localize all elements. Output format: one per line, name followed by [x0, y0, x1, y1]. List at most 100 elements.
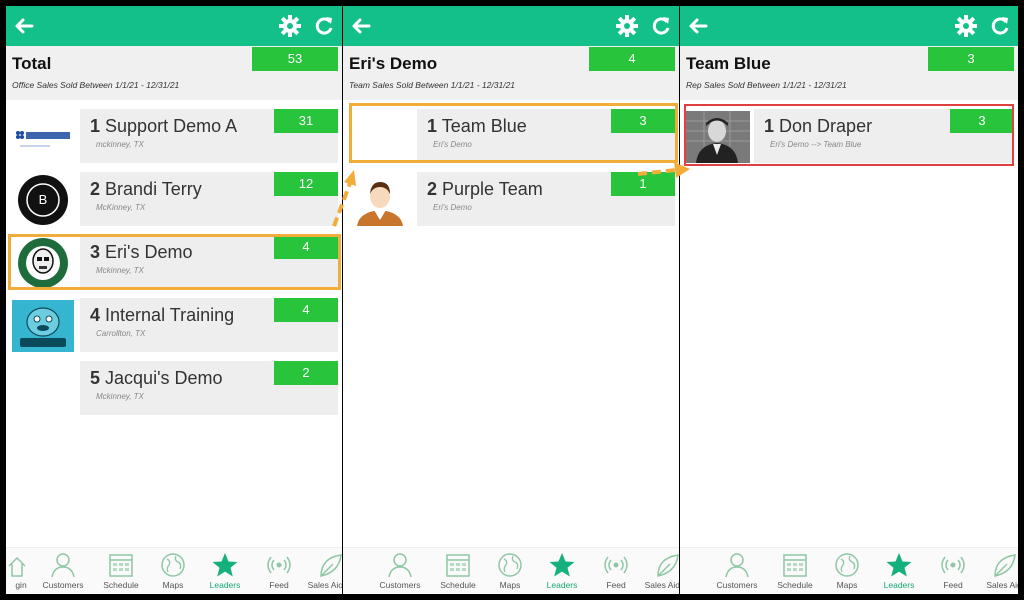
leaderboard-row[interactable]: 1 Support Demo A mckinney, TX 31	[6, 109, 342, 165]
tab-label: Customers	[716, 580, 758, 590]
tab-schedule[interactable]: Schedule	[768, 548, 822, 594]
top-bar	[6, 6, 342, 46]
rank-number: 5	[90, 368, 101, 388]
globe-icon	[159, 552, 187, 578]
arrow-icon	[637, 162, 690, 178]
row-card[interactable]: 5 Jacqui's Demo Mckinney, TX 2	[80, 361, 338, 415]
sales-count-badge: 12	[274, 172, 338, 196]
rank-and-name: 4 Internal Training	[90, 305, 234, 326]
leaf-icon	[991, 552, 1018, 578]
entry-name: Internal Training	[105, 305, 235, 325]
globe-icon	[496, 552, 524, 578]
tab-sales-aid[interactable]: Sales Aidgin	[641, 548, 679, 594]
calendar-icon	[444, 552, 472, 578]
tab-label: Customers	[379, 580, 421, 590]
globe-icon	[833, 552, 861, 578]
tab-schedule[interactable]: Schedule	[431, 548, 485, 594]
tab-customers[interactable]: Customers	[373, 548, 427, 594]
tab-feed[interactable]: Feed	[252, 548, 306, 594]
total-count-badge: 3	[928, 47, 1014, 71]
star-icon	[211, 552, 239, 578]
star-icon	[885, 552, 913, 578]
person-icon	[386, 552, 414, 578]
leaderboard-panel-2: Eri's Demo Team Sales Sold Between 1/1/21…	[343, 6, 679, 594]
refresh-icon[interactable]	[649, 14, 673, 38]
tab-feed[interactable]: Feed	[926, 548, 980, 594]
pestroutes-logo	[10, 111, 76, 163]
sales-count-badge: 31	[274, 109, 338, 133]
entry-location: McKinney, TX	[96, 203, 146, 212]
leaderboard-row[interactable]: 5 Jacqui's Demo Mckinney, TX 2	[6, 361, 342, 417]
tab-leaders[interactable]: Leaders	[535, 548, 589, 594]
entry-location: Eri's Demo	[433, 203, 472, 212]
leaderboard-panel-3: Team Blue Rep Sales Sold Between 1/1/21 -…	[680, 6, 1018, 594]
entry-name: Purple Team	[442, 179, 543, 199]
rank-and-name: 5 Jacqui's Demo	[90, 368, 223, 389]
highlight-box-don-draper	[684, 104, 1014, 166]
broadcast-icon	[602, 552, 630, 578]
sales-count-badge: 4	[274, 298, 338, 322]
row-card[interactable]: 2 Brandi Terry McKinney, TX 12	[80, 172, 338, 226]
avatar-initial: B	[38, 192, 48, 207]
bottom-tab-bar: Customers Schedule Maps Leaders Feed Sales Ai…	[343, 547, 679, 594]
calendar-icon	[781, 552, 809, 578]
tab-label: Leaders	[546, 580, 578, 590]
top-bar	[680, 6, 1018, 46]
calendar-icon	[107, 552, 135, 578]
refresh-icon[interactable]	[312, 14, 336, 38]
gear-icon[interactable]	[954, 14, 978, 38]
entry-name: Support Demo A	[105, 116, 238, 136]
back-arrow-icon[interactable]	[349, 14, 373, 38]
sales-count-badge: 2	[274, 361, 338, 385]
bottom-tab-bar: gin Customers Schedule Maps Leaders Feed Sales…	[6, 547, 342, 594]
entry-location: mckinney, TX	[96, 140, 144, 149]
rank-and-name: 2 Brandi Terry	[90, 179, 202, 200]
page-title: Eri's Demo	[349, 54, 438, 73]
back-arrow-icon[interactable]	[686, 14, 710, 38]
leaderboard-header: Eri's Demo Team Sales Sold Between 1/1/21…	[343, 46, 679, 100]
leaderboard-row[interactable]: B 2 Brandi Terry McKinney, TX 12	[6, 172, 342, 228]
meeseeks-logo	[10, 300, 76, 352]
date-range-subtitle: Office Sales Sold Between 1/1/21 - 12/31…	[12, 80, 180, 90]
tab-sales-aid[interactable]: Sales Aidi	[978, 548, 1018, 594]
row-card[interactable]: 1 Support Demo A mckinney, TX 31	[80, 109, 338, 163]
tab-feed[interactable]: Feed	[589, 548, 643, 594]
refresh-icon[interactable]	[988, 14, 1012, 38]
tab-sales-aid[interactable]: Sales Aiogin	[304, 548, 342, 594]
leaderboard-row[interactable]: 4 Internal Training Carrollton, TX 4	[6, 298, 342, 354]
leaderboard-header: Team Blue Rep Sales Sold Between 1/1/21 -…	[680, 46, 1018, 100]
total-count-badge: 4	[589, 47, 675, 71]
tab-maps[interactable]: Maps	[483, 548, 537, 594]
entry-name: Brandi Terry	[105, 179, 202, 199]
broadcast-icon	[265, 552, 293, 578]
person-icon	[723, 552, 751, 578]
row-card[interactable]: 2 Purple Team Eri's Demo 1	[417, 172, 675, 226]
tab-customers[interactable]: Customers	[36, 548, 90, 594]
tab-label: Customers	[42, 580, 84, 590]
page-title: Total	[12, 54, 52, 73]
tab-schedule[interactable]: Schedule	[94, 548, 148, 594]
date-range-subtitle: Team Sales Sold Between 1/1/21 - 12/31/2…	[349, 80, 516, 90]
tab-maps[interactable]: Maps	[820, 548, 874, 594]
date-range-subtitle: Rep Sales Sold Between 1/1/21 - 12/31/21	[686, 80, 847, 90]
highlight-box-eris-demo	[8, 234, 341, 290]
tab-label: Maps	[499, 580, 521, 590]
leaderboard-row[interactable]: 2 Purple Team Eri's Demo 1	[343, 172, 679, 228]
tab-label: Sales Aidi	[986, 580, 1018, 590]
tab-leaders[interactable]: Leaders	[198, 548, 252, 594]
leaf-icon	[317, 552, 342, 578]
gear-icon[interactable]	[278, 14, 302, 38]
tab-maps[interactable]: Maps	[146, 548, 200, 594]
rank-and-name: 2 Purple Team	[427, 179, 543, 200]
row-card[interactable]: 4 Internal Training Carrollton, TX 4	[80, 298, 338, 352]
rank-number: 2	[427, 179, 438, 199]
tab-leaders[interactable]: Leaders	[872, 548, 926, 594]
entry-name: Jacqui's Demo	[105, 368, 223, 388]
back-arrow-icon[interactable]	[12, 14, 36, 38]
total-count-badge: 53	[252, 47, 338, 71]
tab-customers[interactable]: Customers	[710, 548, 764, 594]
leaderboard-panel-1: Total Office Sales Sold Between 1/1/21 - …	[6, 6, 342, 594]
gear-icon[interactable]	[615, 14, 639, 38]
home-icon	[7, 552, 35, 578]
rank-number: 2	[90, 179, 101, 199]
